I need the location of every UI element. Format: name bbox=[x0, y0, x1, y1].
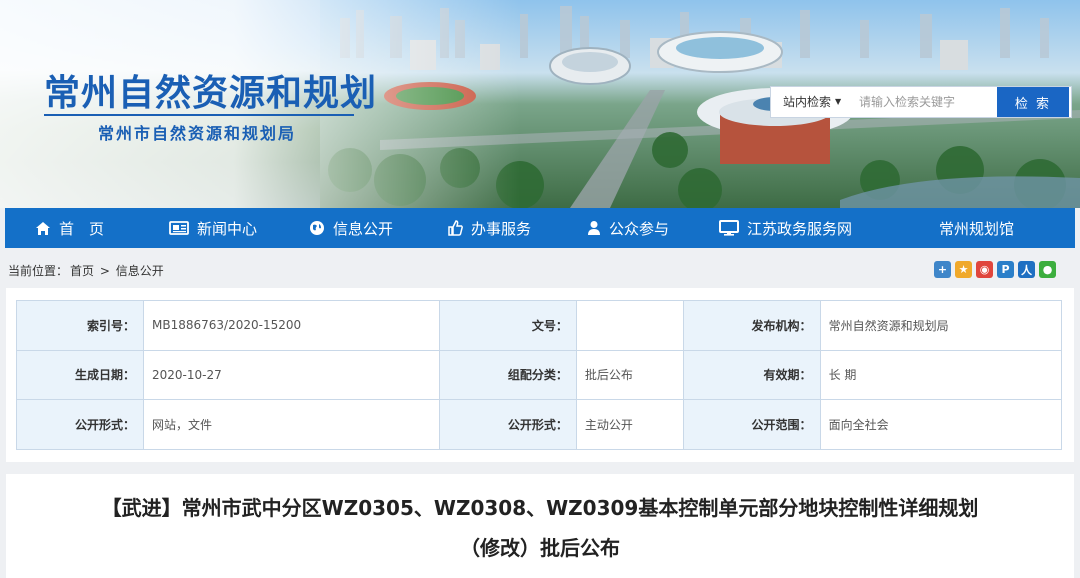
share-toolbar: + ★ ◉ P 人 ● bbox=[934, 261, 1056, 278]
nav-item-label: 信息公开 bbox=[333, 219, 394, 238]
nav-item-jiangsu-gov-service[interactable]: 江苏政务服务网 bbox=[719, 208, 879, 248]
nav-item-label: 公众参与 bbox=[609, 219, 670, 238]
disclosure-mode-value: 主动公开 bbox=[575, 399, 684, 450]
breadcrumb-separator: > bbox=[99, 264, 110, 278]
nav-item-home[interactable]: 首 页 bbox=[35, 208, 125, 248]
publisher-label: 发布机构： bbox=[682, 300, 821, 351]
validity-value: 长 期 bbox=[819, 349, 1063, 400]
search-scope-label: 站内检索 bbox=[783, 95, 832, 109]
table-row: 公开形式： 网站，文件 公开形式： 主动公开 公开范围： 面向全社会 bbox=[16, 399, 1063, 450]
weibo-icon[interactable]: ◉ bbox=[976, 261, 993, 278]
globe-icon bbox=[310, 221, 324, 235]
breadcrumb-current[interactable]: 信息公开 bbox=[116, 264, 164, 278]
tencent-weibo-icon[interactable]: P bbox=[997, 261, 1014, 278]
nav-item-public-participation[interactable]: 公众参与 bbox=[587, 208, 687, 248]
plus-share-icon[interactable]: + bbox=[934, 261, 951, 278]
nav-item-services[interactable]: 办事服务 bbox=[447, 208, 547, 248]
nav-item-info-disclosure[interactable]: 信息公开 bbox=[309, 208, 409, 248]
title-divider bbox=[44, 114, 354, 116]
monitor-icon bbox=[719, 220, 739, 236]
category-label: 组配分类： bbox=[438, 349, 577, 400]
breadcrumb: 当前位置： 首页 > 信息公开 bbox=[6, 262, 164, 279]
table-row: 生成日期： 2020-10-27 组配分类： 批后公布 有效期： 长 期 bbox=[16, 349, 1063, 400]
disclosure-scope-value: 面向全社会 bbox=[819, 399, 1063, 450]
publisher-value: 常州自然资源和规划局 bbox=[819, 300, 1063, 351]
table-row: 索引号： MB1886763/2020-15200 文号： 发布机构： 常州自然… bbox=[16, 300, 1063, 351]
article-panel: 【武进】常州市武中分区WZ0305、WZ0308、WZ0309基本控制单元部分地… bbox=[6, 474, 1074, 578]
home-icon bbox=[36, 221, 50, 235]
created-date-label: 生成日期： bbox=[16, 349, 144, 400]
info-panel: 索引号： MB1886763/2020-15200 文号： 发布机构： 常州自然… bbox=[6, 288, 1074, 462]
nav-item-label: 江苏政务服务网 bbox=[747, 219, 853, 238]
nav-item-label: 办事服务 bbox=[471, 219, 532, 238]
validity-label: 有效期： bbox=[682, 349, 821, 400]
metadata-table: 索引号： MB1886763/2020-15200 文号： 发布机构： 常州自然… bbox=[16, 300, 1063, 450]
search-button[interactable]: 检 索 bbox=[997, 87, 1069, 117]
search-scope-select[interactable]: 站内检索 ▼ bbox=[771, 87, 851, 117]
nav-item-label: 常州规划馆 bbox=[939, 219, 1015, 238]
breadcrumb-home-link[interactable]: 首页 bbox=[70, 264, 94, 278]
document-number-label: 文号： bbox=[438, 300, 577, 351]
article-title-continued: （修改）批后公布 bbox=[460, 536, 620, 560]
index-number-value: MB1886763/2020-15200 bbox=[143, 300, 440, 351]
site-subtitle: 常州市自然资源和规划局 bbox=[98, 124, 297, 143]
search-box: 站内检索▼ 检 索 bbox=[770, 86, 1072, 118]
qzone-icon[interactable]: ★ bbox=[955, 261, 972, 278]
site-title: 常州自然资源和规划 bbox=[44, 73, 378, 114]
user-icon bbox=[588, 221, 600, 235]
caret-down-icon: ▼ bbox=[835, 97, 842, 106]
disclosure-mode-label: 公开形式： bbox=[438, 399, 577, 450]
renren-icon[interactable]: 人 bbox=[1018, 261, 1035, 278]
thumbs-up-icon bbox=[448, 220, 463, 236]
search-input[interactable] bbox=[851, 87, 997, 117]
document-number-value bbox=[575, 300, 684, 351]
disclosure-form-label: 公开形式： bbox=[16, 399, 144, 450]
nav-item-label: 首 页 bbox=[59, 219, 105, 238]
disclosure-scope-label: 公开范围： bbox=[682, 399, 821, 450]
category-value: 批后公布 bbox=[575, 349, 684, 400]
nav-item-label: 新闻中心 bbox=[197, 219, 258, 238]
main-nav: 首 页 新闻中心 信息公开 办事服务 公众参与 江苏政务服务网 常州规划馆 bbox=[5, 208, 1075, 248]
newspaper-icon bbox=[169, 221, 189, 235]
article-title: 【武进】常州市武中分区WZ0305、WZ0308、WZ0309基本控制单元部分地… bbox=[101, 496, 979, 520]
header-banner: 常州自然资源和规划 常州市自然资源和规划局 站内检索▼ 检 索 bbox=[0, 0, 1080, 208]
index-number-label: 索引号： bbox=[16, 300, 144, 351]
wechat-icon[interactable]: ● bbox=[1039, 261, 1056, 278]
disclosure-form-value: 网站，文件 bbox=[143, 399, 440, 450]
created-date-value: 2020-10-27 bbox=[143, 349, 440, 400]
nav-item-planning-hall[interactable]: 常州规划馆 bbox=[939, 208, 1039, 248]
nav-item-news[interactable]: 新闻中心 bbox=[169, 208, 269, 248]
breadcrumb-prefix: 当前位置： bbox=[8, 264, 69, 278]
